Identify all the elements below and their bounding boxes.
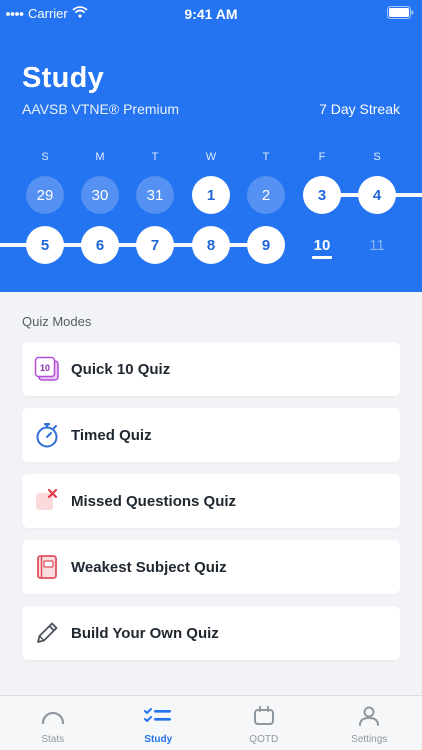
study-header: Carrier 9:41 AM Study AAVSB VTNE® Premiu… — [0, 0, 422, 292]
quiz-mode-label: Missed Questions Quiz — [71, 492, 237, 510]
calendar-day[interactable]: 5 — [26, 226, 64, 264]
calendar-day[interactable]: 9 — [247, 226, 285, 264]
tab-label: Settings — [351, 734, 388, 745]
stopwatch-icon — [34, 422, 60, 448]
svg-text:10: 10 — [40, 363, 50, 373]
calendar-icon — [252, 706, 276, 731]
quiz-mode-quick-10[interactable]: 10 Quick 10 Quiz — [22, 342, 400, 396]
calendar-day[interactable]: 11 — [358, 226, 396, 264]
quiz-mode-weakest-subject[interactable]: Weakest Subject Quiz — [22, 540, 400, 594]
pencil-icon — [34, 620, 60, 646]
status-time: 9:41 AM — [184, 6, 238, 22]
page-title: Study — [22, 62, 105, 94]
tab-settings[interactable]: Settings — [317, 696, 422, 750]
battery-icon — [387, 6, 414, 22]
notebook-icon — [34, 554, 60, 580]
section-label: Quiz Modes — [22, 314, 92, 329]
streak-count: 7 Day Streak — [319, 101, 400, 117]
checklist-icon — [143, 706, 173, 731]
gauge-icon — [40, 706, 66, 731]
tab-qotd[interactable]: QOTD — [211, 696, 317, 750]
calendar-day[interactable]: 8 — [192, 226, 230, 264]
quiz-mode-label: Build Your Own Quiz — [71, 624, 219, 642]
quick-10-icon: 10 — [34, 356, 60, 382]
quiz-mode-build-your-own[interactable]: Build Your Own Quiz — [22, 606, 400, 660]
tab-bar: Stats Study QOTD Settings — [0, 695, 422, 750]
calendar-day[interactable]: 7 — [136, 226, 174, 264]
tab-stats[interactable]: Stats — [0, 696, 106, 750]
exam-name: AAVSB VTNE® Premium — [22, 101, 180, 117]
quiz-mode-label: Quick 10 Quiz — [71, 360, 171, 378]
calendar-day[interactable]: 2 — [247, 176, 285, 214]
weekday-label: S — [41, 151, 49, 163]
weekday-label: S — [373, 151, 381, 163]
calendar-day[interactable]: 31 — [136, 176, 174, 214]
quiz-mode-timed[interactable]: Timed Quiz — [22, 408, 400, 462]
calendar-day[interactable]: 3 — [303, 176, 341, 214]
calendar-day[interactable]: 1 — [192, 176, 230, 214]
calendar-day[interactable]: 29 — [26, 176, 64, 214]
status-bar: Carrier 9:41 AM — [0, 0, 422, 28]
person-icon — [358, 706, 380, 731]
calendar-day[interactable]: 6 — [81, 226, 119, 264]
quiz-mode-label: Timed Quiz — [71, 426, 152, 444]
missed-x-icon — [34, 488, 60, 514]
quiz-mode-missed-questions[interactable]: Missed Questions Quiz — [22, 474, 400, 528]
today-indicator — [312, 256, 332, 259]
tab-study[interactable]: Study — [106, 696, 212, 750]
weekday-label: F — [318, 151, 326, 163]
tab-label: Stats — [41, 734, 65, 745]
weekday-label: T — [262, 151, 270, 163]
tab-label: QOTD — [249, 734, 279, 745]
calendar-day[interactable]: 4 — [358, 176, 396, 214]
weekday-label: M — [95, 151, 105, 163]
quiz-mode-label: Weakest Subject Quiz — [71, 558, 227, 576]
tab-label: Study — [144, 734, 173, 745]
calendar-day[interactable]: 30 — [81, 176, 119, 214]
weekday-label: W — [205, 151, 217, 163]
weekday-label: T — [151, 151, 159, 163]
